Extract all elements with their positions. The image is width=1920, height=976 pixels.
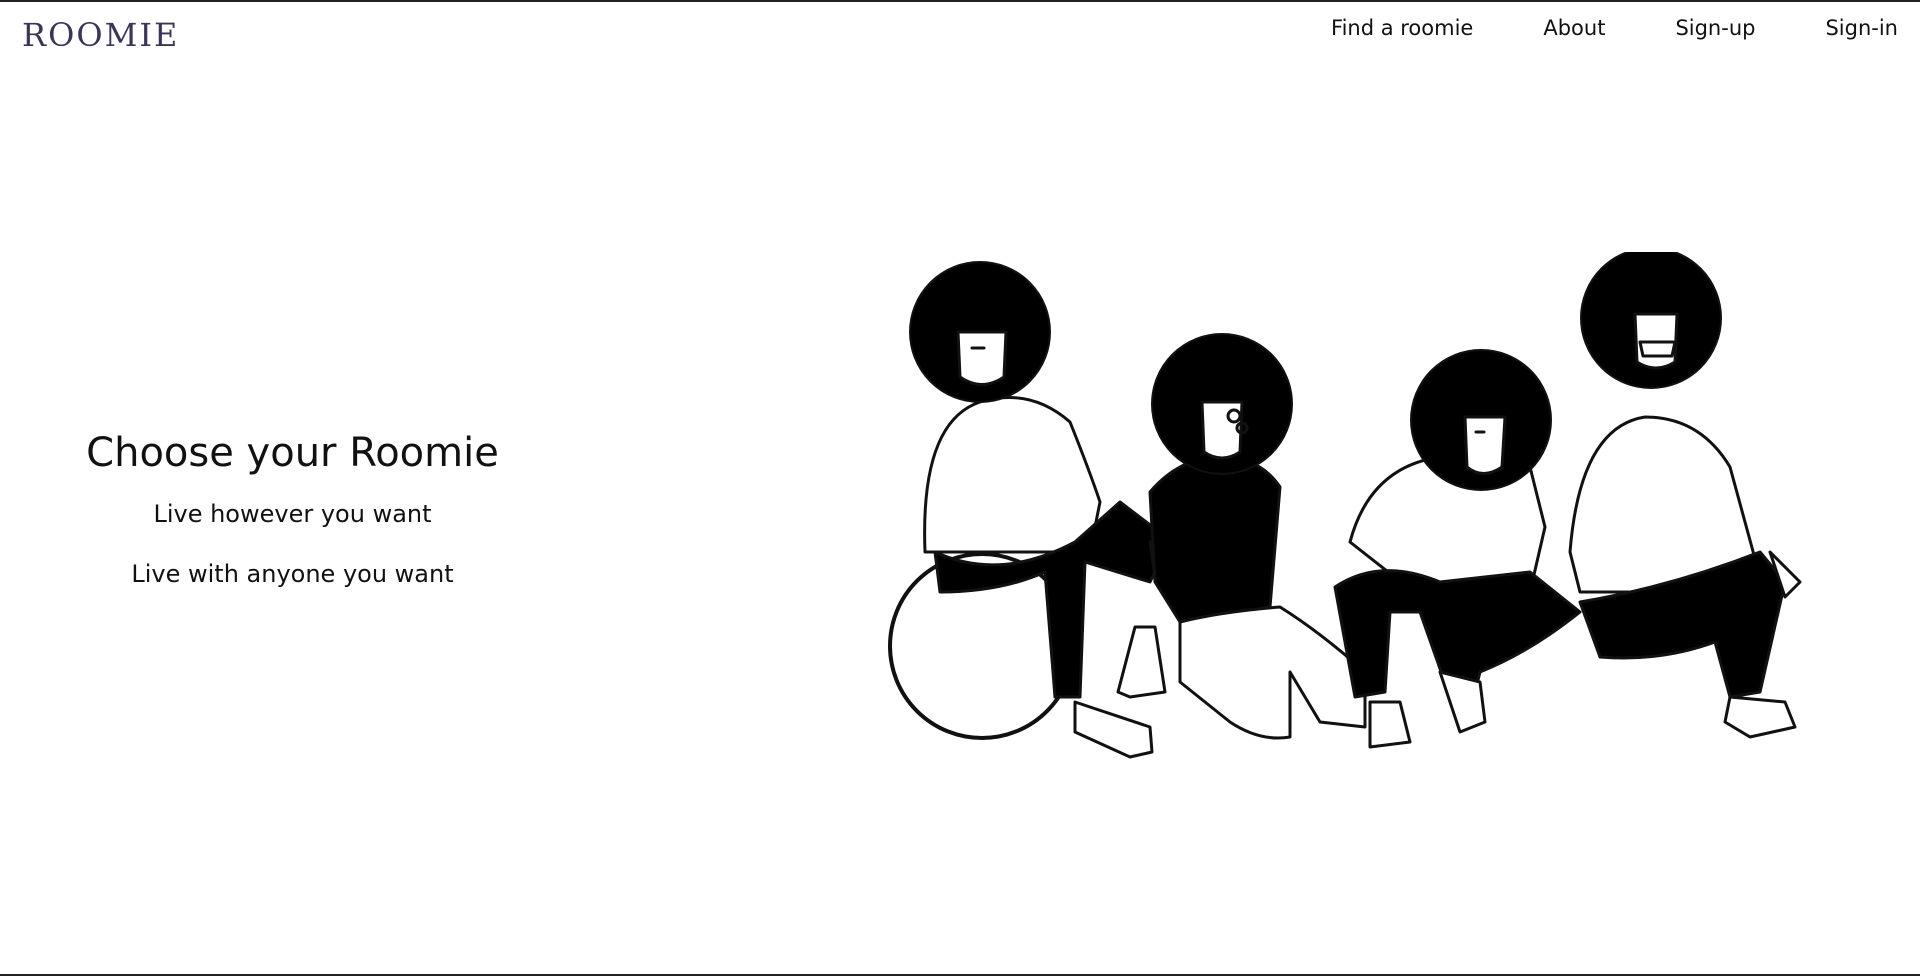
person-crouching [1333,349,1582,749]
page: ROOMIE Find a roomie About Sign-up Sign-… [0,0,1920,976]
nav-sign-in[interactable]: Sign-in [1825,16,1898,40]
main-nav: Find a roomie About Sign-up Sign-in [1331,16,1898,40]
roommates-illustration [888,252,1802,759]
hero-subtitle-2: Live with anyone you want [131,560,454,588]
person-sitting [1568,252,1802,739]
hero-title: Choose your Roomie [86,430,499,476]
hero-text: Choose your Roomie Live however you want… [70,430,515,588]
nav-find-roomie[interactable]: Find a roomie [1331,16,1473,40]
nav-about[interactable]: About [1543,16,1605,40]
nav-sign-up[interactable]: Sign-up [1675,16,1755,40]
site-logo[interactable]: ROOMIE [22,16,179,54]
person-kneeling [1116,333,1367,740]
hero-subtitle-1: Live however you want [153,500,432,528]
